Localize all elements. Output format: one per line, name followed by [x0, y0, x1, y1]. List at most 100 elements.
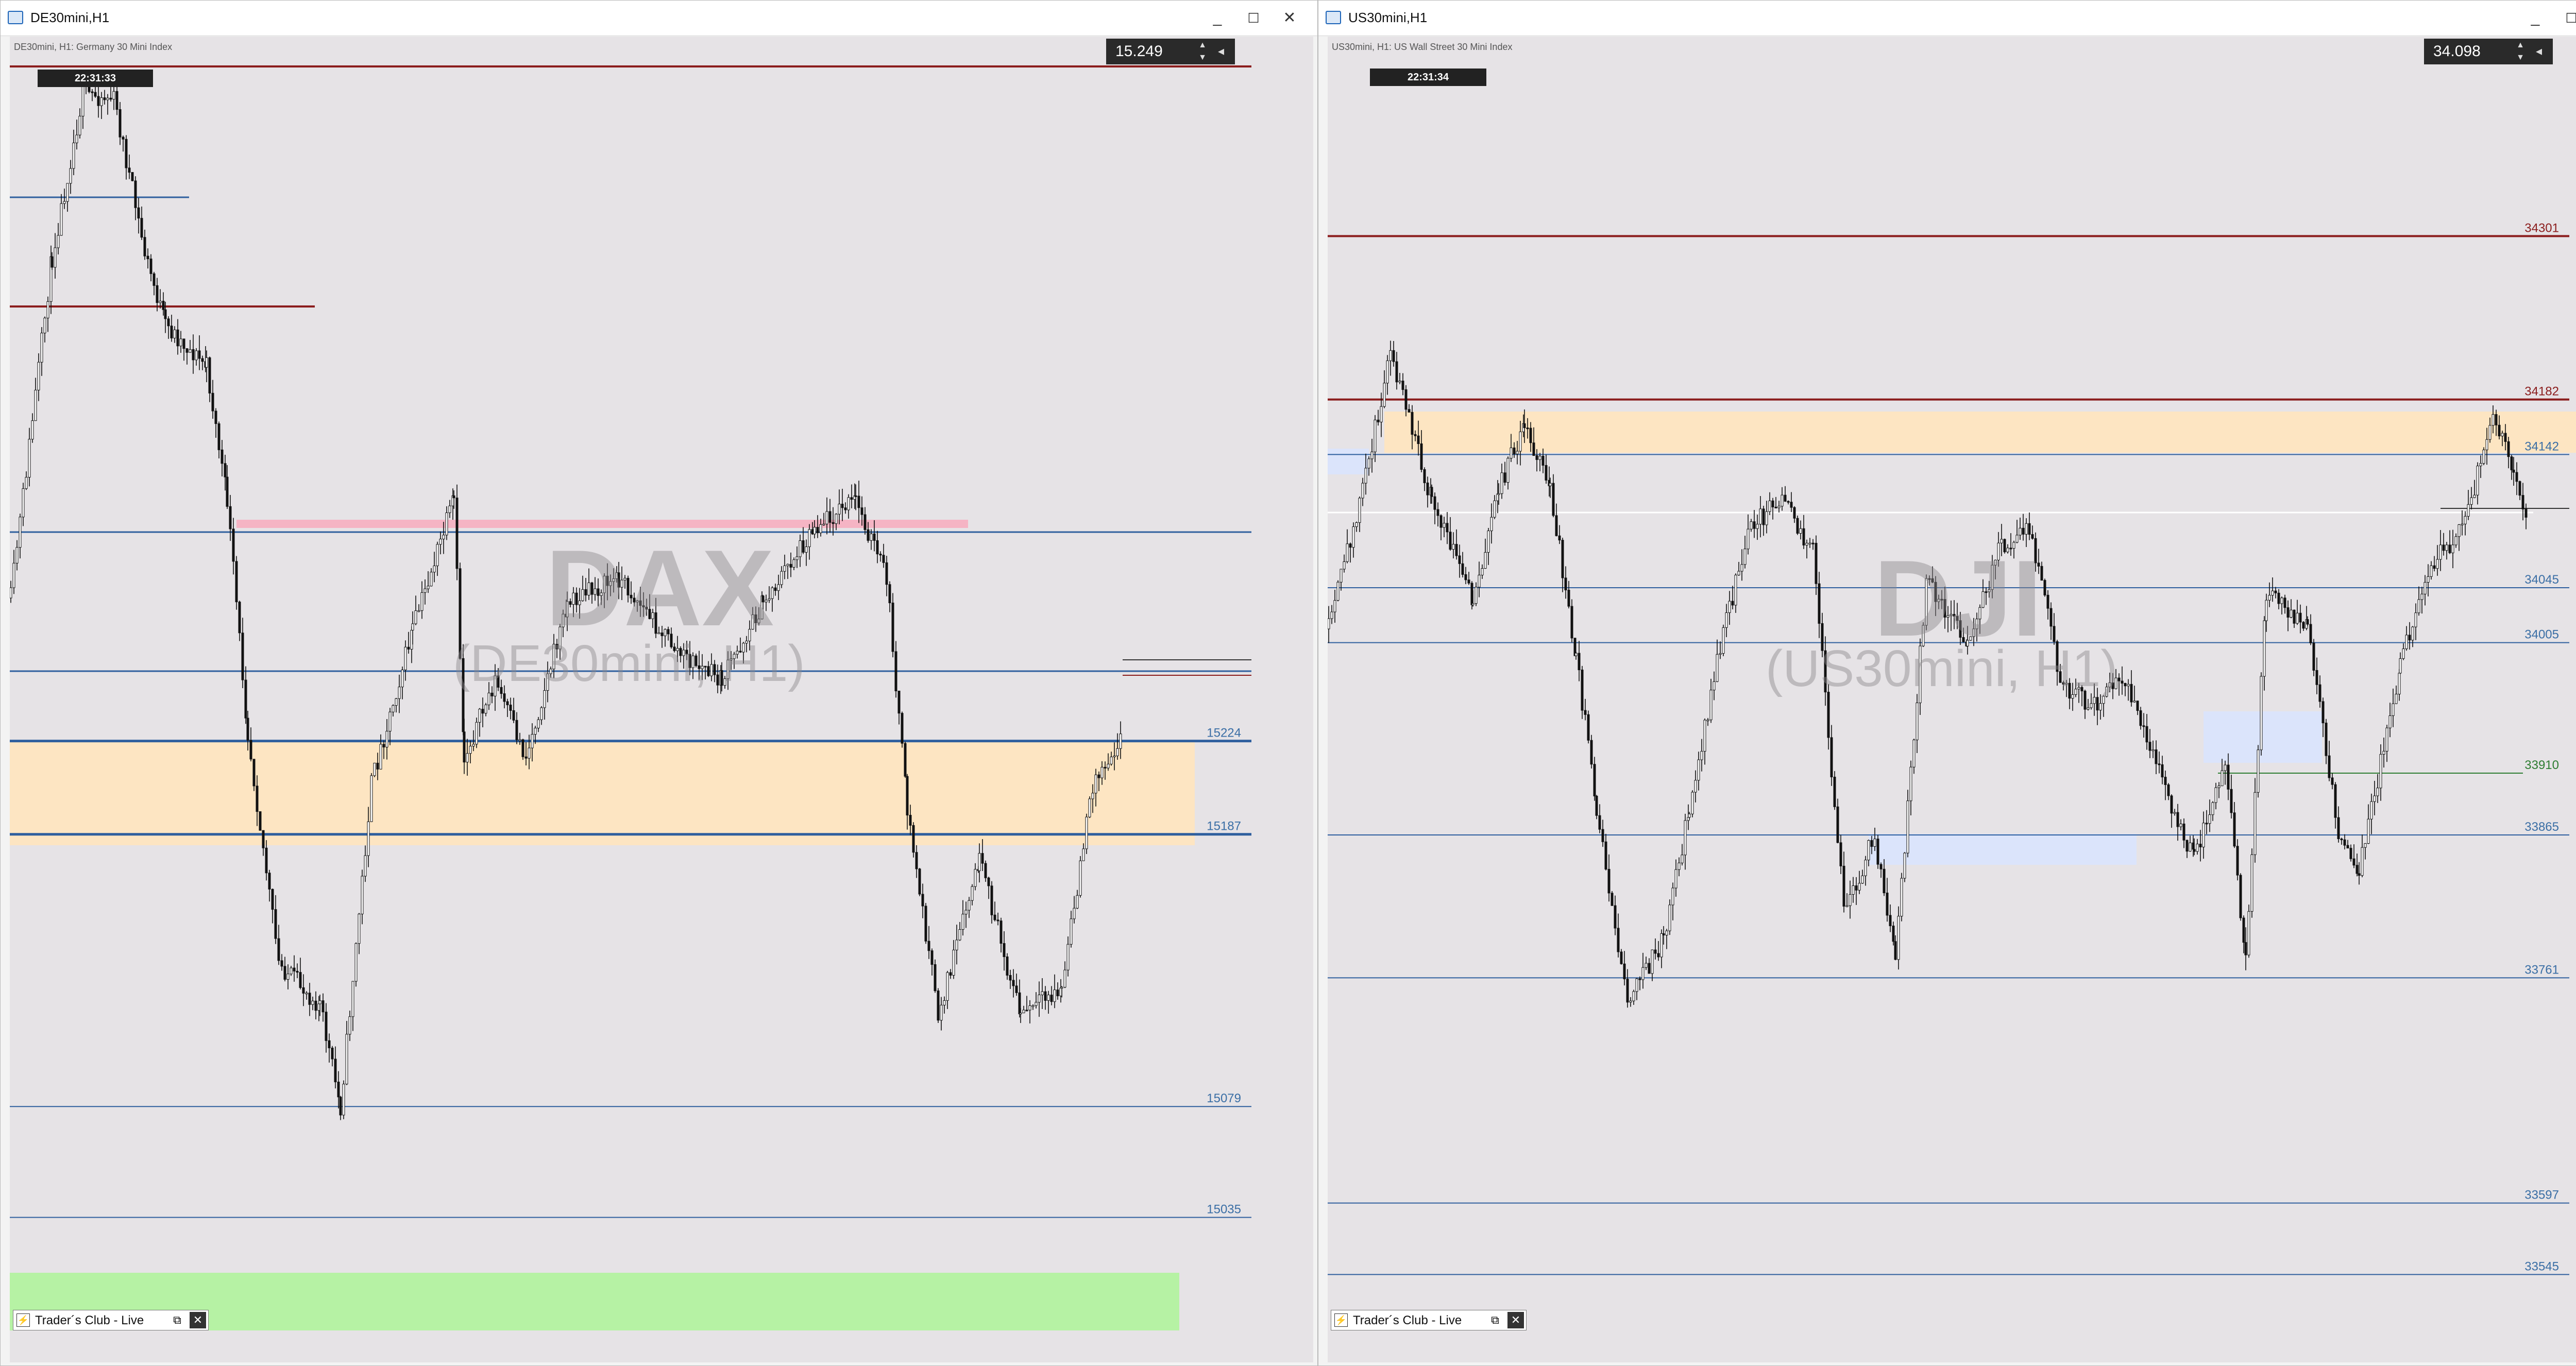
chart-area[interactable]: 34301 34182 34142 34045 34005 33910 33865 33761… — [1328, 37, 2576, 1362]
candle-body — [1510, 447, 1513, 459]
candle-body — [1478, 574, 1481, 588]
candle-body — [2507, 441, 2510, 457]
candle-body — [964, 910, 968, 915]
candle-body — [1632, 991, 1635, 1001]
chart-window-de30[interactable]: DE30mini,H1 _ ☐ ✕ 15224 15187 15079 15035 D… — [0, 0, 1318, 1366]
candle-body — [2293, 609, 2296, 624]
candle-body — [503, 693, 506, 702]
chart-subtitle: US30mini, H1: US Wall Street 30 Mini Ind… — [1332, 42, 1513, 52]
candle-body — [1648, 963, 1651, 974]
candle-body — [1567, 590, 1570, 607]
panel-close-button[interactable]: ✕ — [1507, 1312, 1524, 1328]
candle-body — [894, 651, 897, 691]
candle-body — [1590, 740, 1593, 765]
price-up-icon[interactable]: ▲ — [2512, 39, 2529, 52]
candle-body — [1500, 472, 1503, 494]
price-more-icon[interactable]: ◂ — [1212, 39, 1230, 64]
price-display[interactable]: 34.098 ▲ ▼ ◂ — [2424, 39, 2553, 64]
candle-body — [1097, 774, 1100, 778]
candle-body — [1044, 991, 1047, 1001]
candle-body — [2349, 848, 2352, 859]
candle-body — [1094, 774, 1097, 794]
candle-body — [12, 562, 15, 588]
maximize-button[interactable]: ☐ — [1242, 7, 1265, 29]
candle-body — [2133, 701, 2136, 703]
candle-body — [1110, 756, 1113, 764]
candle-body — [2358, 873, 2361, 876]
price-down-icon[interactable]: ▼ — [2512, 51, 2529, 64]
candle-body — [993, 914, 996, 920]
candle-body — [930, 950, 934, 965]
candle-body — [946, 972, 949, 1001]
candle-body — [1439, 515, 1443, 528]
candle-body — [1876, 839, 1879, 865]
candle-body — [72, 142, 75, 169]
candle-body — [518, 739, 521, 741]
title-bar[interactable]: US30mini,H1 _ ☐ ✕ — [1318, 1, 2576, 36]
candle-body — [339, 1097, 342, 1116]
chart-window-us30[interactable]: US30mini,H1 _ ☐ ✕ 3430134182341423404534… — [1318, 0, 2576, 1366]
minimize-button[interactable]: _ — [2524, 7, 2547, 29]
title-bar[interactable]: DE30mini,H1 _ ☐ ✕ — [1, 1, 1317, 36]
candle-body — [367, 821, 370, 856]
price-display[interactable]: 15.249 ▲ ▼ ◂ — [1106, 39, 1235, 64]
traders-club-panel[interactable]: ⚡ Trader´s Club - Live ⧉ ✕ — [1331, 1310, 1527, 1330]
candle-body — [2227, 764, 2230, 790]
candle-body — [1756, 524, 1759, 529]
candle-body — [361, 876, 364, 914]
candle-body — [2145, 726, 2148, 743]
window-title: US30mini,H1 — [1348, 10, 1428, 25]
candle-body — [167, 318, 170, 327]
minimize-button[interactable]: _ — [1206, 7, 1229, 29]
candle-body — [1475, 587, 1478, 604]
candle-body — [1088, 798, 1091, 817]
candle-body — [1796, 518, 1799, 534]
candle-body — [1681, 855, 1684, 863]
chart-area[interactable]: 15224 15187 15079 15035 DE30mini, H1: Germa… — [10, 37, 1313, 1362]
candle-body — [524, 756, 528, 759]
candle-body — [838, 504, 841, 515]
candle-body — [478, 709, 481, 723]
level-label: 33761 — [2524, 963, 2559, 977]
candle-body — [857, 496, 860, 508]
candle-body — [2208, 814, 2211, 824]
candle-body — [2334, 784, 2337, 818]
price-down-icon[interactable]: ▼ — [1194, 51, 1211, 64]
candle-body — [844, 507, 847, 510]
candle-body — [331, 1048, 334, 1060]
candle-body — [262, 830, 265, 848]
candle-body — [1870, 840, 1873, 847]
traders-club-panel[interactable]: ⚡ Trader´s Club - Live ⧉ ✕ — [13, 1310, 209, 1330]
candle-body — [1025, 1010, 1028, 1012]
candle-body — [1464, 574, 1467, 580]
candle-body — [351, 981, 354, 1017]
panel-restore-button[interactable]: ⧉ — [169, 1312, 185, 1328]
panel-restore-button[interactable]: ⧉ — [1487, 1312, 1503, 1328]
maximize-button[interactable]: ☐ — [2560, 7, 2576, 29]
price-value: 34.098 — [2433, 43, 2481, 60]
candle-body — [78, 115, 81, 135]
candle-body — [789, 564, 792, 568]
candle-body — [2321, 701, 2325, 724]
candle-body — [1889, 915, 1892, 927]
candle-body — [2402, 648, 2405, 659]
price-up-icon[interactable]: ▲ — [1194, 39, 1211, 52]
level-label: 34142 — [2524, 439, 2559, 453]
candle-body — [370, 775, 373, 822]
candle-body — [475, 722, 478, 745]
candle-body — [2161, 764, 2164, 778]
candle-body — [1019, 1013, 1022, 1015]
candle-body — [822, 523, 825, 525]
panel-close-button[interactable]: ✕ — [190, 1312, 206, 1328]
candle-body — [1879, 864, 1883, 869]
candle-body — [1665, 930, 1668, 936]
candle-body — [882, 555, 885, 563]
close-button[interactable]: ✕ — [1278, 7, 1301, 29]
candle-body — [2395, 694, 2398, 704]
panel-icon: ⚡ — [16, 1313, 30, 1327]
candle-body — [345, 1034, 348, 1085]
candle-body — [271, 889, 274, 910]
candle-body — [156, 285, 159, 303]
candle-body — [2521, 495, 2524, 509]
price-more-icon[interactable]: ◂ — [2530, 39, 2548, 64]
